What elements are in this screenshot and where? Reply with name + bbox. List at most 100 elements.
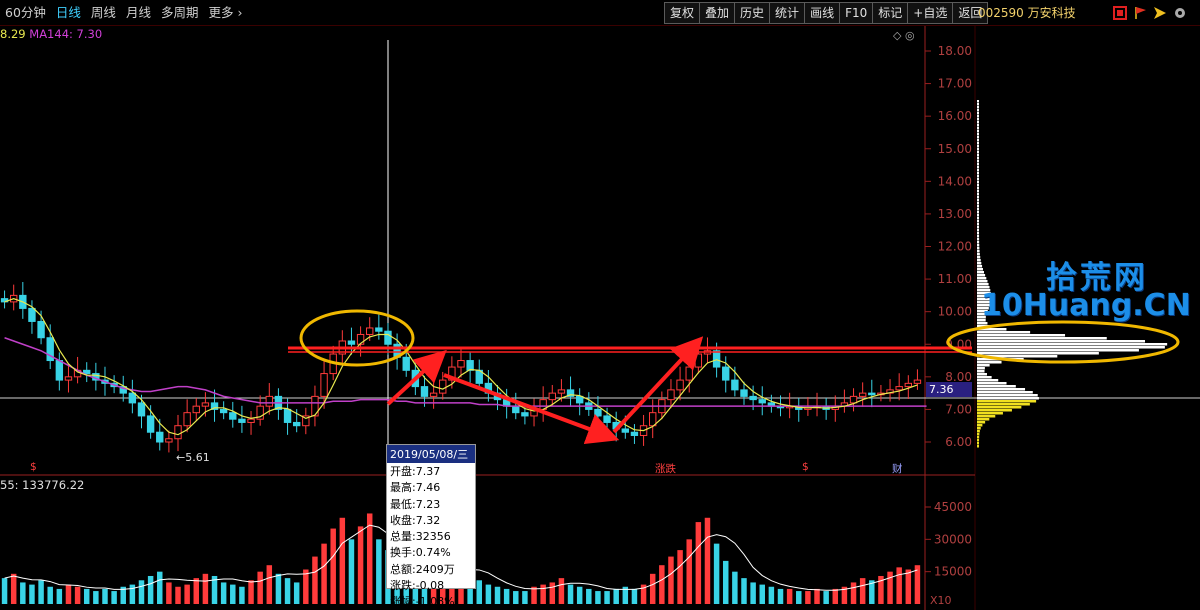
volume-bar: [905, 569, 912, 604]
volume-bar: [896, 567, 902, 604]
stock-title: 002590 万安科技: [978, 6, 1076, 20]
volume-bar: [586, 588, 592, 604]
tooltip-turnover: 换手:0.74%: [390, 546, 451, 560]
volume-bar: [522, 591, 528, 604]
volume-bar: [887, 571, 893, 604]
volume-bar: [713, 543, 720, 604]
candle-body: [420, 386, 429, 397]
volume-bar: [1, 578, 8, 604]
price-tick-label: 15.00: [938, 142, 972, 156]
volume-bar: [348, 539, 355, 604]
volume-bar: [111, 591, 117, 604]
profile-bar: [977, 340, 1146, 343]
adjust-button[interactable]: 复权: [664, 2, 700, 24]
profile-bar: [977, 199, 979, 202]
candle-body: [375, 327, 383, 332]
candle-body: [238, 418, 246, 423]
profile-bar: [977, 157, 979, 160]
profile-bar: [977, 277, 987, 280]
price-tick-label: 13.00: [938, 207, 972, 221]
profile-bar: [977, 379, 999, 382]
candle-body: [740, 389, 748, 397]
profile-bar: [977, 334, 1066, 337]
candle-body: [247, 418, 255, 423]
add-watchlist-button[interactable]: +自选: [907, 2, 953, 24]
volume-bar: [567, 584, 574, 604]
volume-bar: [303, 569, 309, 604]
profile-bar: [977, 382, 1007, 385]
volume-bar: [677, 550, 683, 604]
tools-icon[interactable]: [1172, 5, 1188, 21]
f10-button[interactable]: F10: [839, 2, 873, 24]
volume-bar: [814, 588, 820, 604]
profile-bar: [977, 163, 979, 166]
overlay-button[interactable]: 叠加: [699, 2, 735, 24]
profile-bar: [977, 145, 979, 148]
profile-bar: [977, 121, 979, 124]
tab-more-label: 更多: [208, 4, 234, 20]
candle-body: [667, 389, 675, 401]
profile-bar: [977, 445, 980, 448]
volume-bar: [83, 588, 90, 604]
flag-icon[interactable]: [1132, 5, 1148, 21]
tab-60min[interactable]: 60分钟: [0, 0, 51, 26]
profile-bar: [977, 364, 990, 367]
profile-bar: [977, 430, 980, 433]
volume-bar: [239, 586, 245, 604]
chart-control-icons[interactable]: ◇ ◎: [893, 29, 915, 42]
candle-body: [55, 360, 64, 381]
candle-body: [292, 421, 301, 427]
volume-bar: [157, 571, 163, 604]
volume-bar: [357, 526, 364, 604]
profile-bar: [977, 331, 1031, 334]
statistics-button[interactable]: 统计: [769, 2, 805, 24]
mark-button[interactable]: 标记: [872, 2, 908, 24]
candle-body: [557, 389, 566, 394]
candlestick-series: [0, 282, 922, 453]
dividend-mark[interactable]: $: [30, 461, 37, 473]
profile-bar: [977, 406, 1022, 409]
analysis-annotations: [288, 309, 1180, 445]
dividend-mark-2[interactable]: $: [802, 461, 809, 473]
candle-body: [904, 382, 913, 388]
volume-bar: [741, 578, 747, 604]
period-tabs: 60分钟 日线 周线 月线 多周期 更多 ›: [0, 0, 247, 26]
candle-body: [913, 379, 922, 384]
volume-bar: [659, 565, 665, 604]
candle-body: [219, 408, 228, 414]
profile-bar: [977, 190, 979, 193]
profile-bar: [977, 133, 979, 136]
volume-tick-label: 15000: [934, 565, 972, 579]
candle-body: [229, 412, 237, 420]
price-tick-label: 16.00: [938, 109, 972, 123]
candle-body: [347, 340, 356, 345]
tab-multi-period[interactable]: 多周期: [156, 0, 204, 26]
volume-bar: [93, 591, 99, 604]
profile-bar: [977, 154, 979, 157]
draw-line-button[interactable]: 画线: [804, 2, 840, 24]
candle-body: [366, 327, 374, 335]
tab-monthly[interactable]: 月线: [121, 0, 156, 26]
volume-bar: [266, 565, 273, 604]
volume-bar: [722, 560, 729, 604]
volume-bar: [29, 584, 35, 604]
profile-bar: [977, 160, 979, 163]
finance-mark[interactable]: 财: [892, 461, 903, 476]
profile-bar: [977, 421, 986, 424]
candle-body: [548, 392, 556, 401]
volume-bar: [339, 517, 346, 604]
tab-weekly[interactable]: 周线: [86, 0, 121, 26]
volume-unit-label: X10: [930, 594, 952, 607]
tab-daily[interactable]: 日线: [51, 0, 86, 26]
profile-bar: [977, 346, 1165, 349]
volume-bar: [230, 584, 236, 604]
arrow-icon[interactable]: [1152, 5, 1168, 21]
limit-mark[interactable]: 涨跌: [655, 461, 676, 476]
price-tick-label: 18.00: [938, 44, 972, 58]
volume-bar: [604, 591, 610, 604]
window-icon[interactable]: [1112, 5, 1128, 21]
candle-body: [320, 373, 328, 397]
profile-bar: [977, 427, 981, 430]
history-button[interactable]: 历史: [734, 2, 770, 24]
tab-more[interactable]: 更多 ›: [203, 0, 247, 26]
